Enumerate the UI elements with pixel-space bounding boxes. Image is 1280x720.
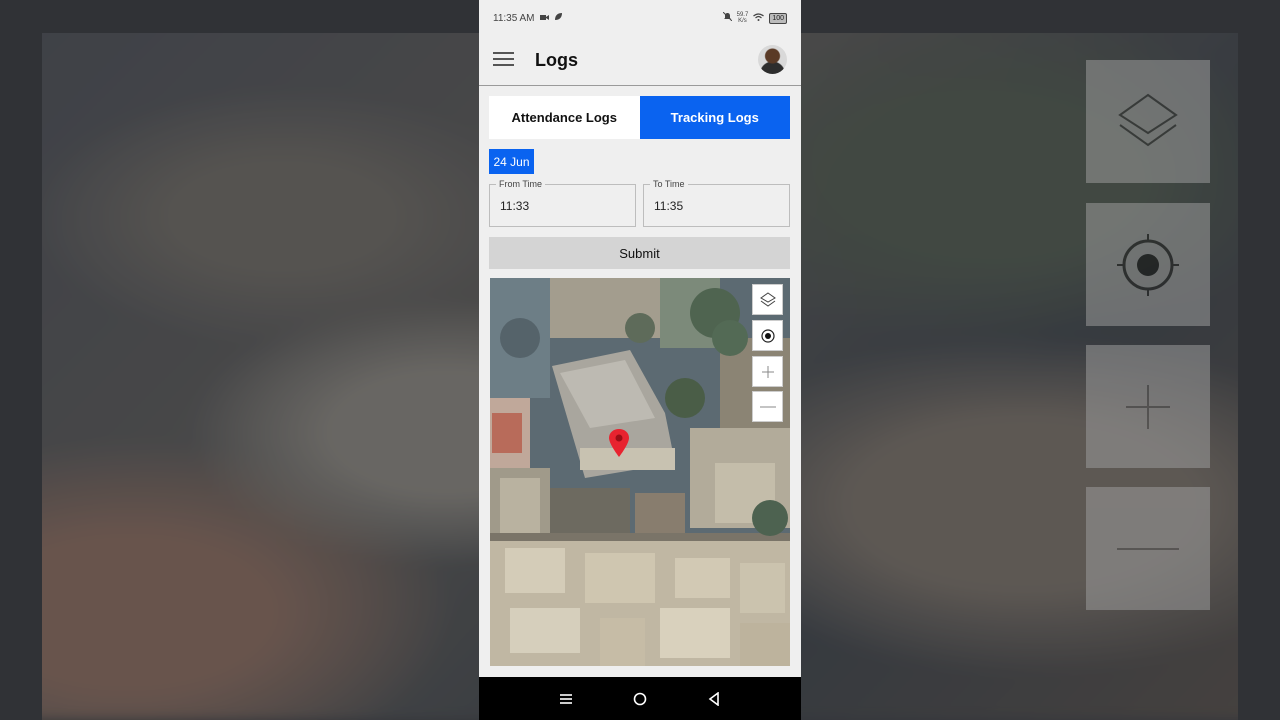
to-time-field[interactable]: To Time 11:35 [643,179,790,227]
background-frame [1238,0,1280,720]
back-icon[interactable] [702,687,726,711]
home-icon[interactable] [628,687,652,711]
submit-button[interactable]: Submit [489,237,790,269]
background-my-location-icon [1086,203,1210,326]
tab-attendance-logs[interactable]: Attendance Logs [489,96,640,139]
from-time-value: 11:33 [500,199,530,213]
hamburger-menu-icon[interactable] [493,52,514,68]
network-speed-unit: K/s [738,18,747,24]
satellite-map[interactable] [490,278,790,666]
background-zoom-in-icon [1086,345,1210,468]
log-tabs: Attendance Logs Tracking Logs [489,96,790,139]
video-icon [539,13,549,24]
status-bar: 11:35 AM 59.7 K/s 100 [479,0,801,36]
phone-screen: 11:35 AM 59.7 K/s 100 Logs Attendance Lo… [479,0,801,720]
layers-icon[interactable] [752,284,783,315]
mute-bell-icon [722,11,732,24]
background-frame [0,0,42,720]
date-chip[interactable]: 24 Jun [489,149,534,174]
to-time-value: 11:35 [654,199,684,213]
avatar[interactable] [758,45,787,74]
background-layers-icon [1086,60,1210,183]
network-speed: 59.7 K/s [737,12,749,24]
app-bar: Logs [479,36,801,86]
leaf-icon [554,12,563,24]
zoom-in-icon[interactable] [752,356,783,387]
map-imagery [490,278,790,666]
from-time-field[interactable]: From Time 11:33 [489,179,636,227]
background-zoom-out-icon [1086,487,1210,610]
system-nav-bar [479,677,801,720]
status-time: 11:35 AM [493,12,535,24]
tab-tracking-logs[interactable]: Tracking Logs [639,96,790,139]
zoom-out-icon[interactable] [752,391,783,422]
to-time-label: To Time [650,179,688,189]
from-time-label: From Time [496,179,546,189]
battery-icon: 100 [769,12,787,24]
my-location-icon[interactable] [752,320,783,351]
location-marker-icon[interactable] [608,428,630,463]
recent-apps-icon[interactable] [554,687,578,711]
page-title: Logs [535,50,578,70]
wifi-icon [753,12,765,24]
